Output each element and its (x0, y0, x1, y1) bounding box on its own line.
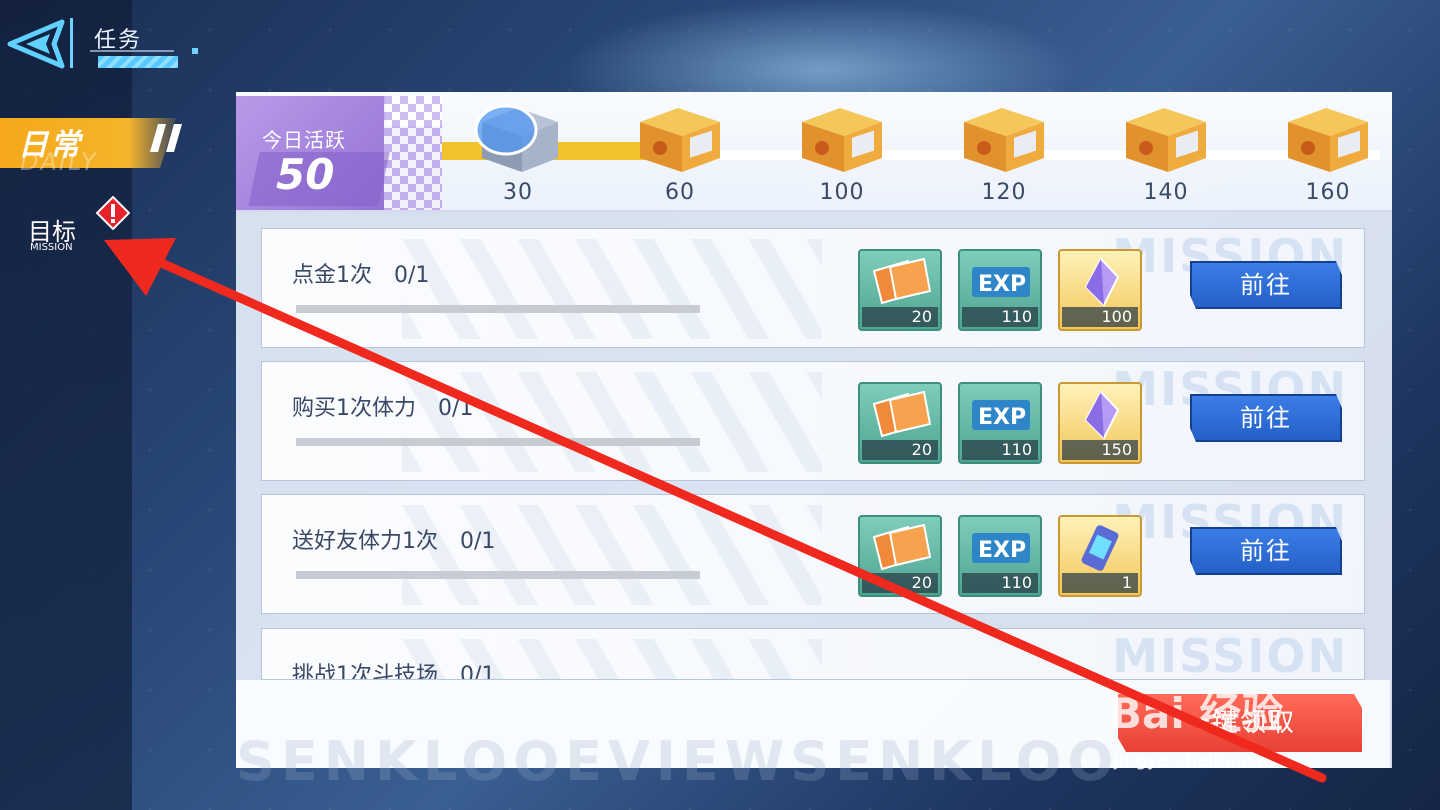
reward-count: 1 (1062, 573, 1138, 593)
reward-chest-icon[interactable] (634, 100, 724, 176)
task-title: 购买1次体力 0/1 (292, 390, 473, 422)
reward-item[interactable]: 20 (858, 515, 942, 597)
task-progress-count: 0/1 (460, 529, 496, 554)
reward-count: 110 (962, 573, 1038, 593)
reward-item[interactable]: EXP 110 (958, 515, 1042, 597)
watermark-url: jingyan.baidu.com (1114, 750, 1281, 771)
task-row: MISSION 点金1次 0/1 20 EXP 110 100 前往 (261, 228, 1365, 348)
go-button[interactable]: 前往 (1190, 394, 1342, 442)
exp-icon: EXP (972, 267, 1030, 297)
watermark-logo: Bai 经验 (1110, 689, 1284, 738)
task-progress-count: 0/1 (394, 263, 430, 288)
go-button[interactable]: 前往 (1190, 261, 1342, 309)
svg-text:EXP: EXP (978, 538, 1026, 563)
task-progress-bar (296, 571, 700, 579)
exp-icon: EXP (972, 400, 1030, 430)
activity-title: 今日活跃 (262, 128, 346, 152)
milestone-label: 140 (1143, 180, 1189, 205)
task-row-pattern (402, 239, 822, 339)
energy-cell-icon (1081, 525, 1119, 571)
reward-count: 20 (862, 307, 938, 327)
task-row-watermark: MISSION (1112, 629, 1348, 680)
task-title: 送好友体力1次 0/1 (292, 523, 495, 555)
tab-mission-sublabel: MISSION (30, 242, 73, 253)
reward-count: 20 (862, 440, 938, 460)
task-progress-bar (296, 305, 700, 313)
reward-item[interactable]: EXP 110 (958, 382, 1042, 464)
activity-badge: 今日活跃 50 (236, 96, 442, 210)
reward-item[interactable]: 100 (1058, 249, 1142, 331)
tab-daily-stripes (150, 124, 182, 152)
task-progress-bar (296, 438, 700, 446)
reward-chest-icon[interactable] (958, 100, 1048, 176)
reward-chest-icon[interactable] (1120, 100, 1210, 176)
task-progress-count: 0/1 (438, 396, 474, 421)
task-title: 挑战1次斗技场 0/1 (292, 657, 496, 680)
milestone-label: 100 (819, 180, 865, 205)
reward-count: 110 (962, 307, 1038, 327)
reward-count: 150 (1062, 440, 1138, 460)
task-row: MISSION 送好友体力1次 0/1 20 EXP 110 1 前往 (261, 494, 1365, 614)
reward-chest-icon[interactable] (1282, 100, 1372, 176)
crystal-icon (1084, 390, 1120, 440)
back-arrow-icon[interactable] (6, 16, 68, 72)
reward-chest-icon[interactable] (796, 100, 886, 176)
go-button-label: 前往 (1240, 404, 1292, 432)
task-row-pattern (402, 372, 822, 472)
activity-value: 50 (276, 150, 335, 199)
activity-badge-pattern (384, 96, 442, 210)
task-row-pattern (402, 505, 822, 605)
milestone-label: 60 (665, 180, 695, 205)
reward-item[interactable]: 1 (1058, 515, 1142, 597)
watermark: Bai 经验 jingyan.baidu.com (1110, 680, 1360, 780)
task-row: MISSION 挑战1次斗技场 0/1 (261, 628, 1365, 680)
task-progress-count: 0/1 (460, 663, 496, 680)
header-accent-bar (98, 56, 178, 68)
header-divider (70, 18, 73, 68)
task-title-text: 点金1次 (292, 263, 372, 288)
alert-icon (96, 196, 130, 230)
reward-count: 110 (962, 440, 1038, 460)
footer-decoration: SENKLOOEVIEWSENKLOO (236, 730, 1120, 793)
task-row: MISSION 购买1次体力 0/1 20 EXP 110 150 前往 (261, 361, 1365, 481)
claimed-chest-icon[interactable] (472, 100, 562, 176)
activity-ticket-icon (872, 390, 932, 438)
reward-item[interactable]: 20 (858, 382, 942, 464)
reward-item[interactable]: 150 (1058, 382, 1142, 464)
tab-daily-label: 日常 (18, 128, 82, 163)
go-button[interactable]: 前往 (1190, 527, 1342, 575)
crystal-icon (1084, 257, 1120, 307)
task-title-text: 购买1次体力 (292, 396, 416, 421)
milestone-label: 30 (503, 180, 533, 205)
reward-count: 100 (1062, 307, 1138, 327)
go-button-label: 前往 (1240, 271, 1292, 299)
go-button-label: 前往 (1240, 537, 1292, 565)
reward-item[interactable]: EXP 110 (958, 249, 1042, 331)
svg-text:EXP: EXP (978, 405, 1026, 430)
svg-text:EXP: EXP (978, 272, 1026, 297)
task-title: 点金1次 0/1 (292, 257, 429, 289)
reward-item[interactable]: 20 (858, 249, 942, 331)
activity-ticket-icon (872, 523, 932, 571)
task-title-text: 送好友体力1次 (292, 529, 438, 554)
activity-ticket-icon (872, 257, 932, 305)
task-title-text: 挑战1次斗技场 (292, 663, 438, 680)
exp-icon: EXP (972, 533, 1030, 563)
reward-count: 20 (862, 573, 938, 593)
header-accent-dot (192, 48, 198, 54)
milestone-label: 160 (1305, 180, 1351, 205)
milestone-label: 120 (981, 180, 1027, 205)
header-underline (90, 50, 174, 52)
